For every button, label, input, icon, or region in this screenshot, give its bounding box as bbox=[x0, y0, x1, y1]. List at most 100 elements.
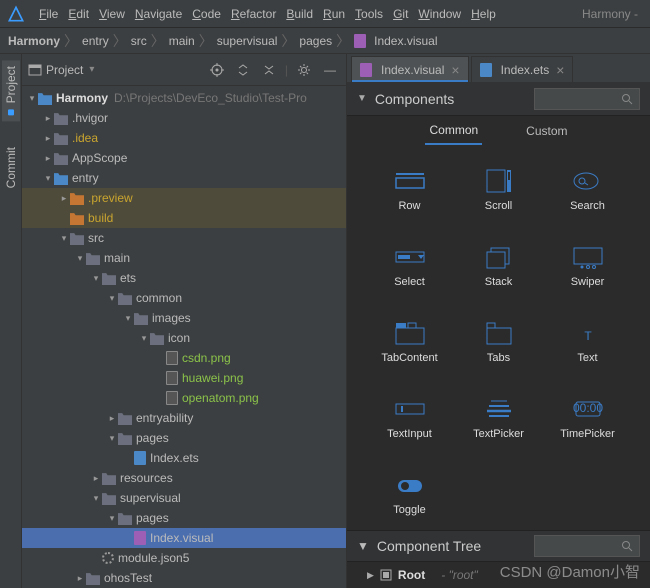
tree-arrow-icon[interactable]: ▸ bbox=[42, 113, 54, 124]
component-scroll[interactable]: Scroll bbox=[454, 154, 543, 226]
component-textpicker[interactable]: TextPicker bbox=[454, 382, 543, 454]
menu-file[interactable]: File bbox=[34, 5, 63, 23]
tree-node-build[interactable]: ▸build bbox=[22, 208, 346, 228]
tree-node-ohostest[interactable]: ▸ohosTest bbox=[22, 568, 346, 588]
tree-arrow-icon[interactable]: ▸ bbox=[42, 153, 54, 164]
gutter-tab-project[interactable]: Project bbox=[2, 60, 20, 121]
tree-node-pages[interactable]: ▾pages bbox=[22, 508, 346, 528]
breadcrumb-segment[interactable]: Harmony bbox=[8, 34, 60, 48]
tree-node-openatom-png[interactable]: ▸openatom.png bbox=[22, 388, 346, 408]
component-textinput[interactable]: TextInput bbox=[365, 382, 454, 454]
close-icon[interactable]: × bbox=[451, 62, 459, 78]
component-swiper[interactable]: Swiper bbox=[543, 230, 632, 302]
tree-node-huawei-png[interactable]: ▸huawei.png bbox=[22, 368, 346, 388]
tree-node--idea[interactable]: ▸.idea bbox=[22, 128, 346, 148]
tree-node-harmony[interactable]: ▾HarmonyD:\Projects\DevEco_Studio\Test-P… bbox=[22, 88, 346, 108]
project-tree[interactable]: ▾HarmonyD:\Projects\DevEco_Studio\Test-P… bbox=[22, 86, 346, 588]
component-tabcontent[interactable]: TabContent bbox=[365, 306, 454, 378]
tree-arrow-icon[interactable]: ▸ bbox=[106, 413, 118, 424]
svg-text:00:00: 00:00 bbox=[572, 401, 602, 415]
breadcrumb-segment[interactable]: supervisual bbox=[217, 34, 278, 48]
tree-arrow-icon[interactable]: ▸ bbox=[58, 193, 70, 204]
tree-node-csdn-png[interactable]: ▸csdn.png bbox=[22, 348, 346, 368]
tree-node--hvigor[interactable]: ▸.hvigor bbox=[22, 108, 346, 128]
component-timepicker[interactable]: 00:00TimePicker bbox=[543, 382, 632, 454]
menu-edit[interactable]: Edit bbox=[63, 5, 94, 23]
tree-node-ets[interactable]: ▾ets bbox=[22, 268, 346, 288]
collapse-triangle-icon[interactable]: ▼ bbox=[357, 93, 367, 104]
tree-node-label: huawei.png bbox=[182, 371, 243, 385]
tree-node-resources[interactable]: ▸resources bbox=[22, 468, 346, 488]
menu-help[interactable]: Help bbox=[466, 5, 501, 23]
tree-arrow-icon[interactable]: ▾ bbox=[58, 233, 70, 244]
component-row[interactable]: Row bbox=[365, 154, 454, 226]
menu-view[interactable]: View bbox=[94, 5, 130, 23]
tree-node-entry[interactable]: ▾entry bbox=[22, 168, 346, 188]
tree-arrow-icon[interactable]: ▾ bbox=[106, 433, 118, 444]
menu-navigate[interactable]: Navigate bbox=[130, 5, 187, 23]
gutter-tab-commit[interactable]: Commit bbox=[2, 141, 20, 196]
menu-git[interactable]: Git bbox=[388, 5, 413, 23]
breadcrumb-segment[interactable]: Index.visual bbox=[354, 34, 437, 48]
component-search[interactable]: Search bbox=[543, 154, 632, 226]
tree-node--preview[interactable]: ▸.preview bbox=[22, 188, 346, 208]
component-tabs[interactable]: Tabs bbox=[454, 306, 543, 378]
breadcrumb-segment[interactable]: src bbox=[131, 34, 147, 48]
menu-refactor[interactable]: Refactor bbox=[226, 5, 281, 23]
component-select[interactable]: Select bbox=[365, 230, 454, 302]
close-icon[interactable]: × bbox=[556, 62, 564, 78]
breadcrumb-segment[interactable]: pages bbox=[299, 34, 332, 48]
component-stack[interactable]: Stack bbox=[454, 230, 543, 302]
settings-icon[interactable] bbox=[294, 60, 314, 80]
editor-tab-index-ets[interactable]: Index.ets× bbox=[471, 56, 574, 82]
tree-node-common[interactable]: ▾common bbox=[22, 288, 346, 308]
tree-node-main[interactable]: ▾main bbox=[22, 248, 346, 268]
tree-arrow-icon[interactable]: ▾ bbox=[106, 293, 118, 304]
component-text[interactable]: TText bbox=[543, 306, 632, 378]
collapse-all-icon[interactable] bbox=[259, 60, 279, 80]
hide-icon[interactable]: — bbox=[320, 60, 340, 80]
tree-node-pages[interactable]: ▾pages bbox=[22, 428, 346, 448]
tree-node-supervisual[interactable]: ▾supervisual bbox=[22, 488, 346, 508]
collapse-triangle-icon[interactable]: ▼ bbox=[357, 539, 369, 553]
tree-node-images[interactable]: ▾images bbox=[22, 308, 346, 328]
component-toggle[interactable]: Toggle bbox=[365, 458, 454, 530]
menu-run[interactable]: Run bbox=[318, 5, 350, 23]
component-label: Swiper bbox=[571, 276, 605, 288]
tree-arrow-icon[interactable]: ▸ bbox=[74, 573, 86, 584]
tree-arrow-icon[interactable]: ▸ bbox=[90, 473, 102, 484]
tree-node-index-ets[interactable]: ▸Index.ets bbox=[22, 448, 346, 468]
menu-tools[interactable]: Tools bbox=[350, 5, 388, 23]
component-tree-search-input[interactable] bbox=[534, 535, 640, 557]
tree-node-src[interactable]: ▾ src bbox=[22, 228, 346, 248]
tree-node-appscope[interactable]: ▸AppScope bbox=[22, 148, 346, 168]
tree-node-icon[interactable]: ▾icon bbox=[22, 328, 346, 348]
tree-node-label: src bbox=[88, 231, 104, 245]
tree-arrow-icon[interactable]: ▾ bbox=[42, 173, 54, 184]
editor-tab-index-visual[interactable]: Index.visual× bbox=[351, 56, 469, 82]
tree-arrow-icon[interactable]: ▾ bbox=[74, 253, 86, 264]
tree-arrow-icon[interactable]: ▾ bbox=[90, 273, 102, 284]
breadcrumb-segment[interactable]: entry bbox=[82, 34, 109, 48]
tree-arrow-icon[interactable]: ▾ bbox=[26, 93, 38, 104]
components-search-input[interactable] bbox=[534, 88, 640, 110]
locate-icon[interactable] bbox=[207, 60, 227, 80]
project-panel-title[interactable]: Project▾ bbox=[28, 63, 201, 77]
tree-node-entryability[interactable]: ▸entryability bbox=[22, 408, 346, 428]
breadcrumb-segment[interactable]: main bbox=[169, 34, 195, 48]
tree-node-index-visual[interactable]: ▸Index.visual bbox=[22, 528, 346, 548]
component-tree-root[interactable]: ▶ Root - "root" bbox=[347, 562, 650, 588]
tree-arrow-icon[interactable]: ▾ bbox=[138, 333, 150, 344]
menu-build[interactable]: Build bbox=[281, 5, 318, 23]
component-label: Stack bbox=[485, 276, 513, 288]
expand-all-icon[interactable] bbox=[233, 60, 253, 80]
tree-node-module-json5[interactable]: ▸module.json5 bbox=[22, 548, 346, 568]
menu-code[interactable]: Code bbox=[187, 5, 226, 23]
tree-arrow-icon[interactable]: ▸ bbox=[42, 133, 54, 144]
menu-window[interactable]: Window bbox=[413, 5, 466, 23]
tab-custom[interactable]: Custom bbox=[522, 118, 571, 144]
tab-common[interactable]: Common bbox=[425, 117, 482, 145]
tree-arrow-icon[interactable]: ▾ bbox=[106, 513, 118, 524]
tree-arrow-icon[interactable]: ▾ bbox=[90, 493, 102, 504]
tree-arrow-icon[interactable]: ▾ bbox=[122, 313, 134, 324]
